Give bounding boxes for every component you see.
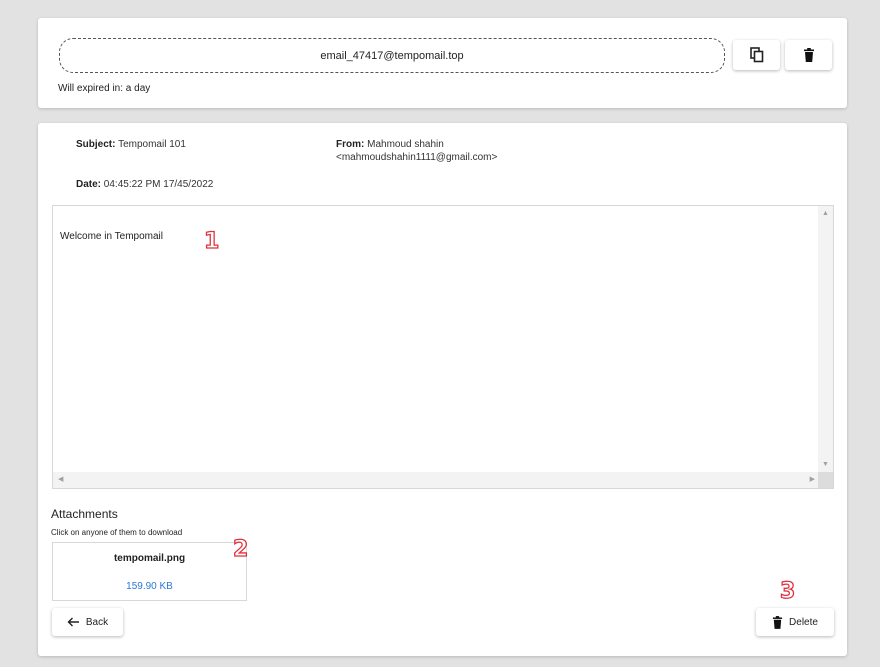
back-button[interactable]: Back — [52, 608, 123, 636]
scroll-down-arrow-icon[interactable]: ▼ — [822, 461, 829, 469]
email-address-text: email_47417@tempomail.top — [320, 49, 464, 62]
scroll-left-arrow-icon[interactable]: ◀ — [58, 476, 63, 484]
annotation-marker-3: 3 — [779, 579, 796, 604]
attachment-size: 159.90 KB — [126, 581, 173, 592]
horizontal-scrollbar[interactable]: ◀ ▶ — [53, 472, 820, 488]
scroll-up-arrow-icon[interactable]: ▲ — [822, 210, 829, 218]
annotation-marker-1: 1 — [203, 229, 220, 254]
date-label: Date: — [76, 179, 102, 190]
email-detail-card: Subject: Tempomail 101 From: Mahmoud sha… — [38, 123, 847, 656]
copy-icon — [749, 47, 763, 63]
delete-button-label: Delete — [789, 616, 818, 628]
delete-email-button[interactable] — [785, 40, 832, 70]
email-body-frame[interactable]: Welcome in Tempomail ▲ ▼ ◀ ▶ — [52, 205, 834, 489]
date-value: 04:45:22 PM 17/45/2022 — [103, 179, 214, 190]
from-name: Mahmoud shahin — [367, 139, 444, 150]
annotation-marker-2: 2 — [232, 537, 249, 562]
attachments-title: Attachments — [51, 507, 118, 521]
email-address-field[interactable]: email_47417@tempomail.top — [59, 38, 725, 73]
subject-value: Tempomail 101 — [118, 139, 186, 150]
email-address-card: email_47417@tempomail.top Will expired i… — [38, 18, 847, 108]
subject-label: Subject: — [76, 139, 116, 150]
back-button-label: Back — [85, 616, 109, 628]
arrow-left-icon — [67, 617, 79, 627]
scrollbar-corner — [818, 472, 833, 488]
attachment-item[interactable]: tempomail.png 159.90 KB — [52, 542, 247, 601]
date-line: Date: 04:45:22 PM 17/45/2022 — [76, 178, 213, 191]
vertical-scrollbar[interactable]: ▲ ▼ — [818, 206, 833, 473]
from-label: From: — [336, 139, 365, 150]
scroll-right-arrow-icon[interactable]: ▶ — [810, 476, 815, 484]
email-body-text: Welcome in Tempomail — [60, 231, 164, 242]
trash-icon — [803, 48, 814, 62]
attachments-hint: Click on anyone of them to download — [51, 528, 183, 537]
subject-line: Subject: Tempomail 101 — [76, 138, 186, 151]
delete-button[interactable]: Delete — [756, 608, 834, 636]
trash-icon — [772, 615, 783, 629]
attachment-name: tempomail.png — [113, 553, 186, 564]
from-line: From: Mahmoud shahin <mahmoudshahin1111@… — [336, 138, 497, 164]
copy-button[interactable] — [733, 40, 780, 70]
from-email: <mahmoudshahin1111@gmail.com> — [336, 152, 498, 163]
expiration-text: Will expired in: a day — [58, 83, 151, 94]
